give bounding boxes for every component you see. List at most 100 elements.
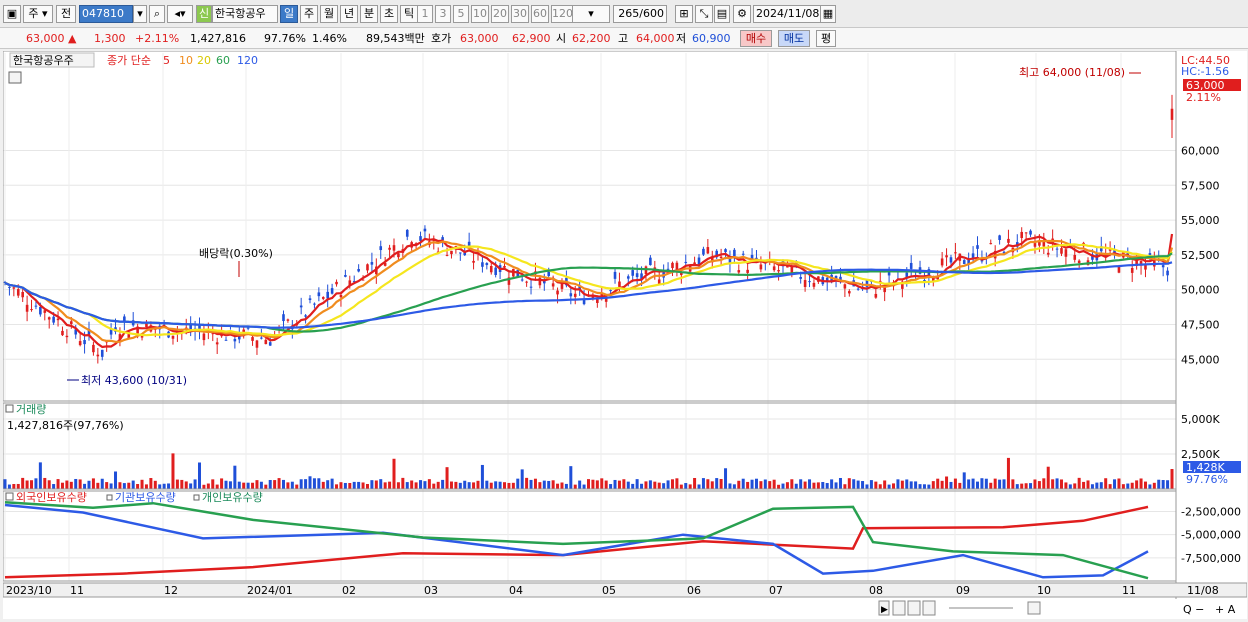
volume-bar	[587, 479, 590, 489]
volume-bar	[971, 478, 975, 489]
candle-body	[39, 306, 42, 315]
chart-area[interactable]: 45,000 47,500 50,000 52,500 55,000 57,500 60,0…	[2, 50, 1248, 619]
volume-bar	[149, 478, 153, 489]
x-axis: 2023/10 11 12 2024/01 02 03 04 05 06 07 08 09 10 11 11…	[2, 582, 1248, 598]
volume-bar	[511, 482, 515, 489]
volume-bar	[1126, 483, 1130, 489]
volume-bar	[834, 482, 838, 489]
holdings-tick-label: -2,500,000	[1181, 506, 1241, 519]
volume-bar	[542, 480, 546, 489]
volume-bar	[693, 477, 697, 489]
volume-bar	[772, 479, 776, 489]
stock-chart[interactable]: 45,000 47,500 50,000 52,500 55,000 57,500 60,0…	[2, 50, 1248, 619]
volume-bar	[352, 481, 356, 489]
volume: 1,427,816	[190, 32, 246, 45]
volume-bar	[976, 481, 979, 489]
number-button-30[interactable]: 30	[511, 5, 529, 23]
calendar-icon[interactable]: ▦	[820, 5, 836, 23]
candle-body	[613, 271, 617, 279]
volume-tick-label: 5,000K	[1181, 413, 1220, 426]
candle-body	[626, 276, 630, 279]
candle-body	[940, 258, 944, 266]
volume-bar	[768, 481, 772, 489]
volume-bar	[679, 484, 683, 489]
candle-body	[251, 337, 254, 341]
candle-body	[1077, 260, 1081, 264]
candle-body	[286, 319, 290, 321]
volume-bar	[816, 482, 820, 489]
candle-body	[313, 303, 316, 305]
volume-bar	[861, 481, 865, 489]
number-button-120[interactable]: 120	[551, 5, 573, 23]
period-button-0[interactable]: 일	[280, 5, 298, 23]
period-button-2[interactable]: 월	[320, 5, 338, 23]
number-button-60[interactable]: 60	[531, 5, 549, 23]
candle-body	[459, 252, 462, 254]
candle-body	[317, 292, 321, 297]
volume-bar	[869, 480, 873, 489]
volume-bar	[715, 478, 719, 489]
volume-bar	[127, 482, 131, 489]
period-button-3[interactable]: 년	[340, 5, 358, 23]
gear-icon[interactable]: ⚙	[733, 5, 751, 23]
candle-body	[799, 277, 802, 279]
candle-body	[1020, 231, 1024, 238]
interval-select[interactable]: ▾	[572, 5, 610, 23]
period-button-6[interactable]: 틱	[400, 5, 418, 23]
code-dropdown-icon[interactable]: ▾	[133, 5, 147, 23]
volume-bar	[1152, 482, 1156, 489]
period-button-5[interactable]: 초	[380, 5, 398, 23]
price-tick-label: 55,000	[1181, 214, 1220, 227]
number-button-20[interactable]: 20	[491, 5, 509, 23]
candle-body	[1024, 232, 1028, 234]
volume-bar	[140, 479, 144, 489]
volume-bar	[78, 479, 82, 489]
speaker-icon[interactable]: ◂▾	[167, 5, 193, 23]
eval-button[interactable]: 평	[816, 30, 836, 47]
volume-bar	[657, 482, 661, 489]
candle-body	[989, 243, 993, 245]
number-button-3[interactable]: 3	[435, 5, 451, 23]
count-input[interactable]: 265/600	[613, 5, 667, 23]
number-button-10[interactable]: 10	[471, 5, 489, 23]
zoom-icon[interactable]: ⊞	[675, 5, 693, 23]
price-tick-label: 45,000	[1181, 353, 1220, 366]
volume-bar	[905, 479, 909, 489]
candle-body	[308, 298, 312, 301]
period-button-4[interactable]: 분	[360, 5, 378, 23]
volume-bar	[825, 483, 829, 489]
volume-bar	[1121, 484, 1125, 489]
number-button-5[interactable]: 5	[453, 5, 469, 23]
search-icon[interactable]: ⌕	[149, 5, 165, 23]
layout-icon[interactable]: ▣	[3, 5, 21, 23]
candle-body	[1161, 265, 1165, 268]
volume-bar	[21, 477, 25, 489]
date-input[interactable]: 2024/11/08	[753, 5, 821, 23]
candle-body	[856, 288, 860, 290]
volume-bar	[472, 482, 476, 489]
save-icon[interactable]: ▤	[714, 5, 730, 23]
code-input[interactable]: 047810	[79, 5, 133, 23]
x-tick-label: 06	[687, 584, 701, 597]
candle-body	[282, 314, 285, 322]
candle-body	[649, 257, 652, 266]
volume-bar	[564, 483, 568, 489]
volume-bar	[852, 479, 856, 489]
period-button-1[interactable]: 주	[300, 5, 318, 23]
volume-bar	[131, 480, 135, 489]
volume-bar	[7, 484, 11, 489]
volume-bar	[1064, 482, 1068, 489]
volume-bar	[87, 480, 91, 489]
market-select[interactable]: 주 ▾	[23, 5, 53, 23]
crosshair-icon[interactable]: ⤡	[695, 5, 713, 23]
volume-bar	[361, 482, 365, 489]
candle-body	[803, 280, 807, 287]
number-button-1[interactable]: 1	[417, 5, 433, 23]
buy-button[interactable]: 매수	[740, 30, 772, 47]
mode-select[interactable]: 전	[56, 5, 76, 23]
sell-button[interactable]: 매도	[778, 30, 810, 47]
candle-body	[388, 247, 391, 250]
volume-bar	[578, 480, 582, 489]
volume-bar	[958, 482, 962, 489]
volume-bar	[896, 479, 900, 489]
